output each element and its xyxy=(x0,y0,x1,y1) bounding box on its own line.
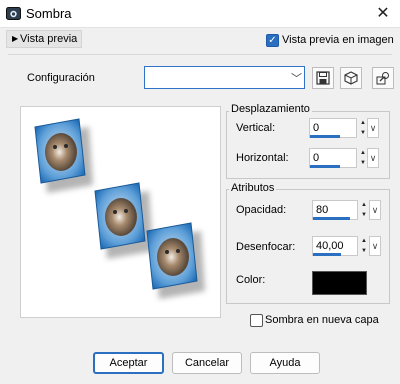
preview-toggle-label: Vista previa xyxy=(20,33,78,45)
blur-input[interactable]: 40,00 xyxy=(312,236,358,256)
opacity-dropdown[interactable]: ∨ xyxy=(369,200,381,220)
color-swatch[interactable] xyxy=(312,271,367,295)
vertical-dropdown[interactable]: ∨ xyxy=(367,118,379,138)
preview-in-image-checkbox[interactable]: ✓ xyxy=(266,34,279,47)
blur-dropdown[interactable]: ∨ xyxy=(369,236,381,256)
vertical-label: Vertical: xyxy=(236,122,276,134)
shadow-new-layer-label: Sombra en nueva capa xyxy=(265,314,379,326)
opacity-spinner[interactable]: ▲ ▼ xyxy=(359,200,369,220)
opacity-value: 80 xyxy=(316,204,329,216)
preview-in-image-label: Vista previa en imagen xyxy=(282,34,394,46)
color-label: Color: xyxy=(236,274,266,286)
blur-value: 40,00 xyxy=(316,240,344,252)
spin-up-icon[interactable]: ▲ xyxy=(359,236,369,246)
preview-toggle-button[interactable]: ▶ Vista previa xyxy=(6,30,82,48)
preset-manager-button[interactable] xyxy=(372,67,394,89)
spin-down-icon[interactable]: ▼ xyxy=(359,246,369,256)
chevron-down-icon: ∨ xyxy=(369,153,377,163)
vertical-input[interactable]: 0 xyxy=(309,118,357,138)
opacity-slider[interactable] xyxy=(313,217,350,220)
shadow-new-layer-checkbox[interactable] xyxy=(250,314,263,327)
caret-right-icon: ▶ xyxy=(12,34,19,43)
spin-down-icon[interactable]: ▼ xyxy=(359,210,369,220)
preview-thumbnail xyxy=(34,118,205,299)
blur-label: Desenfocar: xyxy=(236,241,296,253)
spin-up-icon[interactable]: ▲ xyxy=(359,200,369,210)
reset-button[interactable] xyxy=(340,67,362,89)
save-preset-button[interactable] xyxy=(312,67,334,89)
chevron-down-icon: ∨ xyxy=(371,241,379,251)
vertical-value: 0 xyxy=(313,122,320,134)
separator xyxy=(8,54,392,55)
checkmark-icon: ✓ xyxy=(268,35,277,46)
chevron-down-icon: ∨ xyxy=(371,205,379,215)
vertical-slider[interactable] xyxy=(310,135,340,138)
horizontal-slider[interactable] xyxy=(310,165,340,168)
ok-button[interactable]: Aceptar xyxy=(93,352,164,374)
chevron-down-icon: ∨ xyxy=(369,123,377,133)
config-select[interactable]: ﹀ xyxy=(144,66,305,89)
blur-spinner[interactable]: ▲ ▼ xyxy=(359,236,369,256)
chevron-down-icon: ﹀ xyxy=(291,73,302,85)
blur-slider[interactable] xyxy=(313,253,341,256)
opacity-label: Opacidad: xyxy=(236,204,287,216)
horizontal-value: 0 xyxy=(313,152,320,164)
preview-image xyxy=(20,106,221,318)
attributes-group-title: Atributos xyxy=(229,182,277,194)
offset-group-title: Desplazamiento xyxy=(229,103,312,115)
horizontal-dropdown[interactable]: ∨ xyxy=(367,148,379,168)
app-icon xyxy=(6,7,21,20)
help-button[interactable]: Ayuda xyxy=(250,352,320,374)
close-icon: ✕ xyxy=(376,5,390,22)
close-button[interactable]: ✕ xyxy=(370,3,396,25)
cancel-button[interactable]: Cancelar xyxy=(172,352,242,374)
horizontal-label: Horizontal: xyxy=(236,152,289,164)
reset-icon xyxy=(344,71,358,85)
opacity-input[interactable]: 80 xyxy=(312,200,358,220)
horizontal-input[interactable]: 0 xyxy=(309,148,357,168)
window-title: Sombra xyxy=(26,6,72,21)
preset-icon xyxy=(376,72,389,85)
save-icon xyxy=(316,71,330,85)
config-label: Configuración xyxy=(27,72,95,84)
